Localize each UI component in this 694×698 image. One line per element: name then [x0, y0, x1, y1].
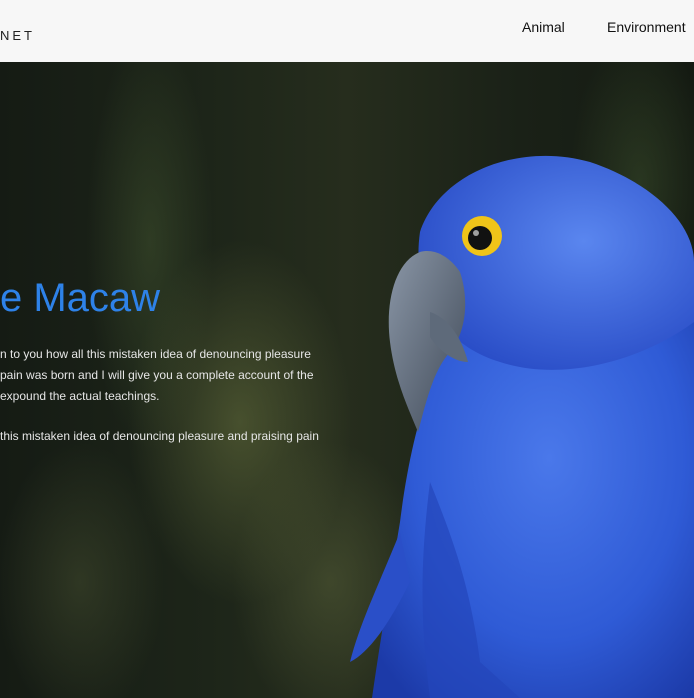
- site-header: NET Animal Environment: [0, 0, 694, 62]
- nav-link-environment[interactable]: Environment: [607, 19, 686, 35]
- hero-section: e Macaw n to you how all this mistaken i…: [0, 62, 694, 698]
- hero-paragraph-1-line-1: n to you how all this mistaken idea of d…: [0, 347, 311, 361]
- hero-title: e Macaw: [0, 276, 161, 320]
- hero-paragraph-1: n to you how all this mistaken idea of d…: [0, 344, 340, 407]
- nav-link-animal[interactable]: Animal: [522, 19, 565, 35]
- hero-paragraph-1-line-3: expound the actual teachings.: [0, 389, 160, 403]
- page: NET Animal Environment e Macaw n to you …: [0, 0, 694, 698]
- brand-logo[interactable]: NET: [0, 28, 35, 43]
- hero-paragraph-1-line-2: pain was born and I will give you a comp…: [0, 368, 314, 382]
- hero-paragraph-2: this mistaken idea of denouncing pleasur…: [0, 429, 319, 443]
